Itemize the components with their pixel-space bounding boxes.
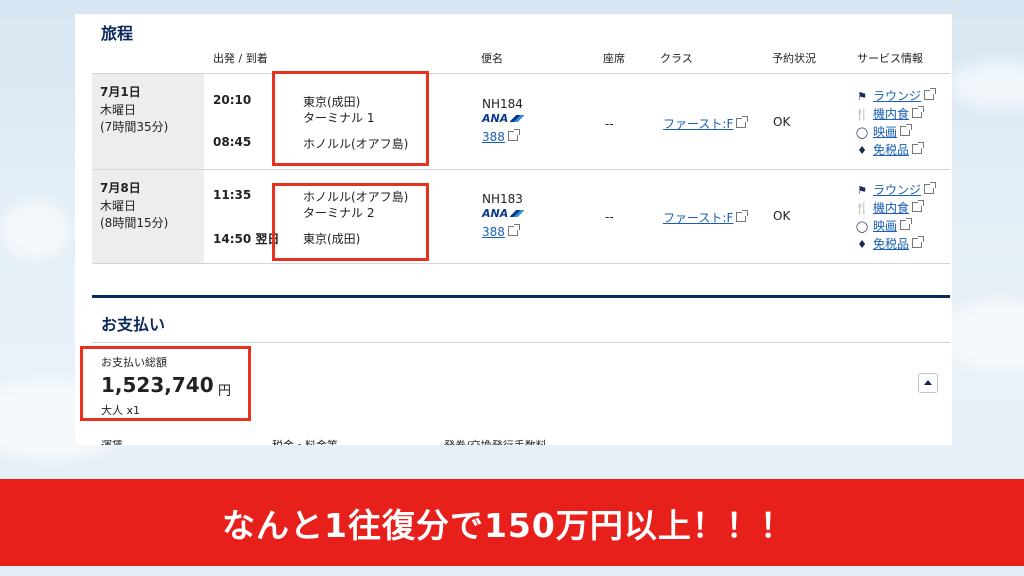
service-label[interactable]: 映画 <box>873 219 897 233</box>
flight-1-date-cell: 7月1日 木曜日 (7時間35分) <box>92 74 204 169</box>
aircraft-link[interactable]: 388 <box>482 129 520 144</box>
service-label[interactable]: 映画 <box>873 125 897 139</box>
arrival-time: 08:45 <box>213 135 252 149</box>
service-label[interactable]: 機内食 <box>873 107 909 121</box>
collapse-button[interactable] <box>918 373 938 393</box>
departure-time: 11:35 <box>213 188 252 202</box>
booking-status: OK <box>773 209 791 223</box>
lounge-icon: ⚑ <box>857 90 867 103</box>
header-status: 予約状況 <box>772 52 816 65</box>
movie-icon: ◯ <box>855 220 869 233</box>
caption-banner: なんと1往復分で150万円以上！！！ <box>0 479 1024 566</box>
caption-text: なんと1往復分で150万円以上！！！ <box>222 506 794 545</box>
flight-weekday: 木曜日 <box>100 103 137 117</box>
duty-free-icon: ♦ <box>857 144 867 157</box>
service-duty-free[interactable]: ♦ 免税品 <box>855 141 925 158</box>
duty-free-icon: ♦ <box>857 238 867 251</box>
service-duty-free[interactable]: ♦ 免税品 <box>855 235 925 252</box>
header-dep-arr: 出発 / 到着 <box>213 52 268 65</box>
itinerary-title: 旅程 <box>101 24 134 43</box>
row-divider <box>92 73 950 74</box>
external-link-icon <box>900 124 913 136</box>
arrival-time: 14:50 翌日 <box>213 232 280 246</box>
external-link-icon <box>912 236 925 248</box>
flight-weekday: 木曜日 <box>100 199 137 213</box>
external-link-icon <box>912 142 925 154</box>
service-movie[interactable]: ◯ 映画 <box>855 217 913 234</box>
ana-logo: ANA <box>482 207 525 220</box>
flight-number: NH183 <box>482 192 523 206</box>
flight-2-date-cell: 7月8日 木曜日 (8時間15分) <box>92 170 204 263</box>
service-label[interactable]: ラウンジ <box>873 89 921 103</box>
header-class: クラス <box>660 52 693 65</box>
flight-date: 7月1日 <box>100 85 141 99</box>
row-divider <box>92 342 950 343</box>
background-cloud <box>0 200 70 260</box>
external-link-icon <box>507 129 520 141</box>
row-divider <box>92 169 950 170</box>
service-lounge[interactable]: ⚑ ラウンジ <box>855 87 937 104</box>
row-divider <box>92 263 950 264</box>
external-link-icon <box>924 182 937 194</box>
breakdown-header-fare: 運賃 <box>101 437 123 445</box>
cabin-class-link[interactable]: ファースト:F <box>663 115 749 132</box>
lounge-icon: ⚑ <box>857 184 867 197</box>
aircraft-link-text[interactable]: 388 <box>482 225 505 239</box>
service-label[interactable]: ラウンジ <box>873 183 921 197</box>
external-link-icon <box>924 88 937 100</box>
cabin-class-text[interactable]: ファースト:F <box>663 117 733 131</box>
external-link-icon <box>507 224 520 236</box>
external-link-icon <box>736 210 749 222</box>
flight-duration: (8時間15分) <box>100 216 169 230</box>
header-flight: 便名 <box>481 52 503 65</box>
background-cloud <box>940 300 1024 370</box>
aircraft-link-text[interactable]: 388 <box>482 130 505 144</box>
external-link-icon <box>912 200 925 212</box>
ana-logo-mark <box>510 115 525 122</box>
breakdown-header-tax: 税金・料金等 <box>272 437 338 445</box>
external-link-icon <box>900 218 913 230</box>
payment-title: お支払い <box>101 315 166 334</box>
ana-logo-text: ANA <box>482 112 509 125</box>
movie-icon: ◯ <box>855 126 869 139</box>
seat-value: -- <box>605 210 614 224</box>
payment-divider <box>92 295 950 298</box>
service-lounge[interactable]: ⚑ ラウンジ <box>855 181 937 198</box>
breakdown-header-fee: 発券/交換発行手数料 <box>444 437 547 445</box>
highlight-box-flight-1 <box>272 71 429 166</box>
flight-number: NH184 <box>482 97 523 111</box>
booking-status: OK <box>773 115 791 129</box>
service-meal[interactable]: 🍴 機内食 <box>855 199 925 216</box>
cabin-class-text[interactable]: ファースト:F <box>663 211 733 225</box>
aircraft-link[interactable]: 388 <box>482 224 520 239</box>
flight-date: 7月8日 <box>100 181 141 195</box>
service-meal[interactable]: 🍴 機内食 <box>855 105 925 122</box>
header-service: サービス情報 <box>857 52 923 65</box>
service-label[interactable]: 免税品 <box>873 143 909 157</box>
reservation-panel: 旅程 出発 / 到着 便名 座席 クラス 予約状況 サービス情報 7月1日 木曜… <box>75 14 952 445</box>
highlight-box-total <box>80 346 251 421</box>
seat-value: -- <box>605 117 614 131</box>
ana-logo-text: ANA <box>482 207 509 220</box>
service-label[interactable]: 免税品 <box>873 237 909 251</box>
background-cloud <box>950 60 1024 110</box>
ana-logo-mark <box>510 210 525 217</box>
service-label[interactable]: 機内食 <box>873 201 909 215</box>
external-link-icon <box>912 106 925 118</box>
meal-icon: 🍴 <box>855 108 869 121</box>
highlight-box-flight-2 <box>272 183 429 261</box>
meal-icon: 🍴 <box>855 202 869 215</box>
header-seat: 座席 <box>603 52 625 65</box>
flight-duration: (7時間35分) <box>100 120 169 134</box>
external-link-icon <box>736 116 749 128</box>
cabin-class-link[interactable]: ファースト:F <box>663 209 749 226</box>
ana-logo: ANA <box>482 112 525 125</box>
departure-time: 20:10 <box>213 93 252 107</box>
service-movie[interactable]: ◯ 映画 <box>855 123 913 140</box>
